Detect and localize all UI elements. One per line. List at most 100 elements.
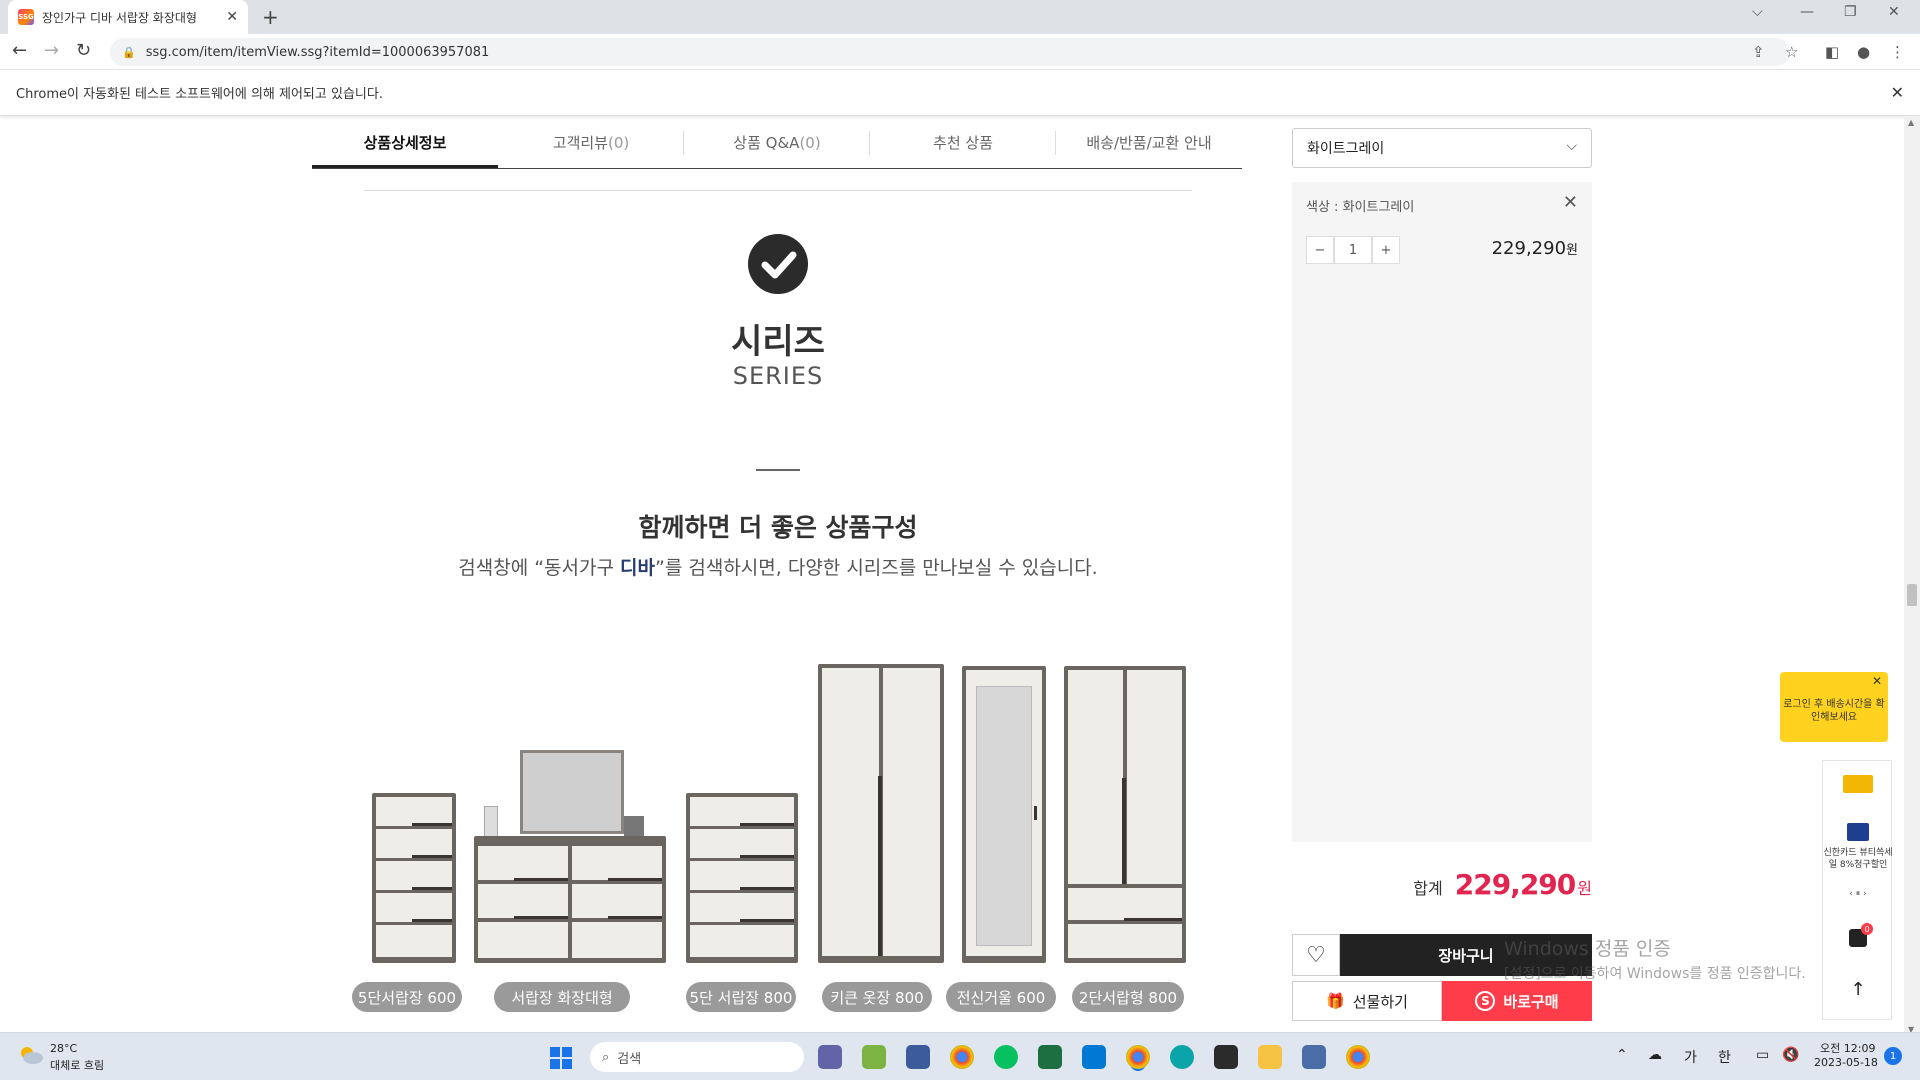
excel-app-icon[interactable] [1038, 1045, 1062, 1069]
photos-app-icon[interactable] [862, 1045, 886, 1069]
wechat-app-icon[interactable] [994, 1045, 1018, 1069]
option-price: 229,290원 [1492, 238, 1578, 259]
tray-overflow-chevron-icon[interactable]: ⌃ [1616, 1047, 1628, 1063]
wishlist-heart-button[interactable]: ♡ [1292, 934, 1340, 976]
promo-carousel-controls[interactable]: ‹ ⏸ › [1823, 889, 1893, 899]
window-close-icon[interactable]: ✕ [1888, 4, 1900, 20]
tooltip-text: 로그인 후 배송시간을 확인해보세요 [1783, 699, 1885, 723]
chrome-app-icon[interactable] [950, 1045, 974, 1069]
desc-text: ”를 검색하시면, 다양한 시리즈를 만나보실 수 있습니다. [655, 557, 1098, 579]
quantity-minus-button[interactable]: − [1306, 236, 1334, 264]
address-bar[interactable]: 🔒 ssg.com/item/itemView.ssg?itemId=10000… [110, 38, 1790, 66]
lock-icon: 🔒 [122, 45, 136, 59]
quantity-plus-button[interactable]: + [1372, 236, 1400, 264]
series-item-pill[interactable]: 5단서랍장 600 [352, 982, 462, 1012]
tab-count: (0) [799, 134, 821, 152]
clock-time[interactable]: 오전 12:09 [1820, 1040, 1875, 1056]
series-item-pill[interactable]: 키큰 옷장 800 [822, 982, 932, 1012]
gift-label: 선물하기 [1352, 992, 1408, 1011]
profile-icon[interactable]: ● [1857, 43, 1870, 61]
search-icon: ⌕ [602, 1049, 610, 1065]
cart-count-badge: 0 [1861, 923, 1873, 935]
new-tab-icon[interactable]: + [262, 5, 279, 29]
file-explorer-app-icon[interactable] [1258, 1045, 1282, 1069]
chrome-app-icon[interactable] [1346, 1045, 1370, 1069]
scroll-thumb[interactable] [1907, 584, 1917, 606]
buy-now-button[interactable]: S 바로구매 [1442, 981, 1592, 1021]
furniture-tall-wardrobe-image [818, 664, 944, 963]
chrome-active-app-icon[interactable] [1126, 1045, 1150, 1069]
edge-app-icon[interactable] [1170, 1045, 1194, 1069]
windows-start-icon[interactable] [550, 1047, 572, 1069]
series-item-pill[interactable]: 전신거울 600 [946, 982, 1056, 1012]
tab-qna[interactable]: 상품 Q&A(0) [684, 117, 870, 168]
ime-language-indicator[interactable]: 가 [1684, 1047, 1697, 1067]
tab-label: 상품 Q&A [733, 134, 800, 152]
notification-badge[interactable]: 1 [1884, 1047, 1902, 1065]
reload-icon[interactable]: ↻ [76, 40, 91, 61]
option-selected-value: 화이트그레이 [1307, 141, 1385, 157]
page-scrollbar[interactable]: ▲ ▼ [1904, 116, 1920, 1036]
back-icon[interactable]: ← [12, 40, 27, 61]
volume-muted-icon[interactable]: 🔇 [1782, 1047, 1799, 1063]
teams-app-icon[interactable] [818, 1045, 842, 1069]
share-icon[interactable]: ⇪ [1752, 43, 1765, 61]
bookmark-star-icon[interactable]: ☆ [1785, 43, 1798, 61]
furniture-full-mirror-image [962, 666, 1046, 963]
series-item-pill[interactable]: 5단 서랍장 800 [686, 982, 796, 1012]
remove-option-icon[interactable]: ✕ [1563, 192, 1578, 213]
option-select[interactable]: 화이트그레이 ⌵ [1292, 128, 1592, 168]
tab-search-icon[interactable]: ⌵ [1752, 4, 1763, 20]
windows-taskbar: 28°C 대체로 흐림 ⌕ 검색 ⌃ ☁ 가 한 ▭ 🔇 오전 12:09 20… [0, 1032, 1920, 1080]
delivery-tooltip: ✕ 로그인 후 배송시간을 확인해보세요 [1780, 672, 1888, 742]
tab-recommended[interactable]: 추천 상품 [870, 117, 1056, 168]
restore-icon[interactable]: ❐ [1844, 4, 1857, 20]
tab-count: (0) [607, 134, 630, 152]
browser-tab[interactable]: SSG 장인가구 디바 서랍장 화장대형 ✕ [8, 0, 248, 34]
total-price: 합계 229,290 원 [1413, 868, 1592, 901]
cloudy-weather-icon[interactable] [18, 1045, 44, 1065]
menu-kebab-icon[interactable]: ⋮ [1890, 43, 1905, 61]
divider [756, 469, 800, 471]
total-value: 229,290 [1454, 868, 1577, 901]
scroll-top-icon[interactable]: ↑ [1823, 979, 1893, 1000]
card-promo-text[interactable]: 신한카드 뷰티쓱세일 8%청구할인 [1823, 847, 1893, 871]
clock-date[interactable]: 2023-05-18 [1814, 1056, 1878, 1069]
shinhan-card-icon[interactable] [1847, 823, 1869, 841]
quantity-input[interactable]: 1 [1334, 236, 1372, 264]
delivery-truck-icon[interactable] [1843, 775, 1873, 793]
option-price-value: 229,290 [1491, 238, 1567, 259]
network-icon[interactable]: ☁ [1648, 1047, 1662, 1063]
series-item-pill[interactable]: 2단서랍형 800 [1072, 982, 1184, 1012]
quantity-stepper: − 1 + [1306, 236, 1400, 264]
tooltip-close-icon[interactable]: ✕ [1872, 675, 1882, 688]
tab-shipping[interactable]: 배송/반품/교환 안내 [1056, 117, 1242, 168]
settings-app-icon[interactable] [906, 1045, 930, 1069]
minimize-icon[interactable]: — [1800, 4, 1814, 20]
sticky-notes-app-icon[interactable] [1214, 1045, 1238, 1069]
vscode-app-icon[interactable] [1082, 1045, 1106, 1069]
option-label: 색상 : 화이트그레이 [1306, 200, 1415, 215]
series-item-pill[interactable]: 서랍장 화장대형 [494, 982, 630, 1012]
ime-mode-indicator[interactable]: 한 [1718, 1047, 1731, 1067]
tab-close-icon[interactable]: ✕ [226, 9, 238, 25]
floating-quick-menu: 신한카드 뷰티쓱세일 8%청구할인 ‹ ⏸ › 0 ↑ [1822, 760, 1893, 1020]
gift-icon: 🎁 [1326, 992, 1345, 1010]
furniture-dresser-vanity-image [474, 750, 666, 963]
display-icon[interactable]: ▭ [1756, 1047, 1769, 1063]
scroll-up-arrow-icon[interactable]: ▲ [1908, 118, 1914, 127]
tab-reviews[interactable]: 고객리뷰(0) [498, 117, 684, 168]
tab-label: 고객리뷰 [552, 134, 608, 152]
forward-icon[interactable]: → [44, 40, 59, 61]
infobar-close-icon[interactable]: ✕ [1891, 83, 1904, 102]
taskbar-search-input[interactable]: ⌕ 검색 [590, 1042, 804, 1072]
watermark-desc: [설정]으로 이동하여 Windows를 정품 인증합니다. [1504, 966, 1806, 982]
gift-button[interactable]: 🎁 선물하기 [1292, 981, 1442, 1021]
tab-product-detail[interactable]: 상품상세정보 [312, 117, 498, 168]
divider [364, 190, 1192, 191]
remote-desktop-app-icon[interactable] [1302, 1045, 1326, 1069]
tab-label: 추천 상품 [933, 134, 993, 152]
furniture-5drawer-800-image [686, 793, 798, 963]
weather-description: 대체로 흐림 [50, 1059, 105, 1072]
side-panel-icon[interactable]: ◧ [1825, 43, 1839, 61]
